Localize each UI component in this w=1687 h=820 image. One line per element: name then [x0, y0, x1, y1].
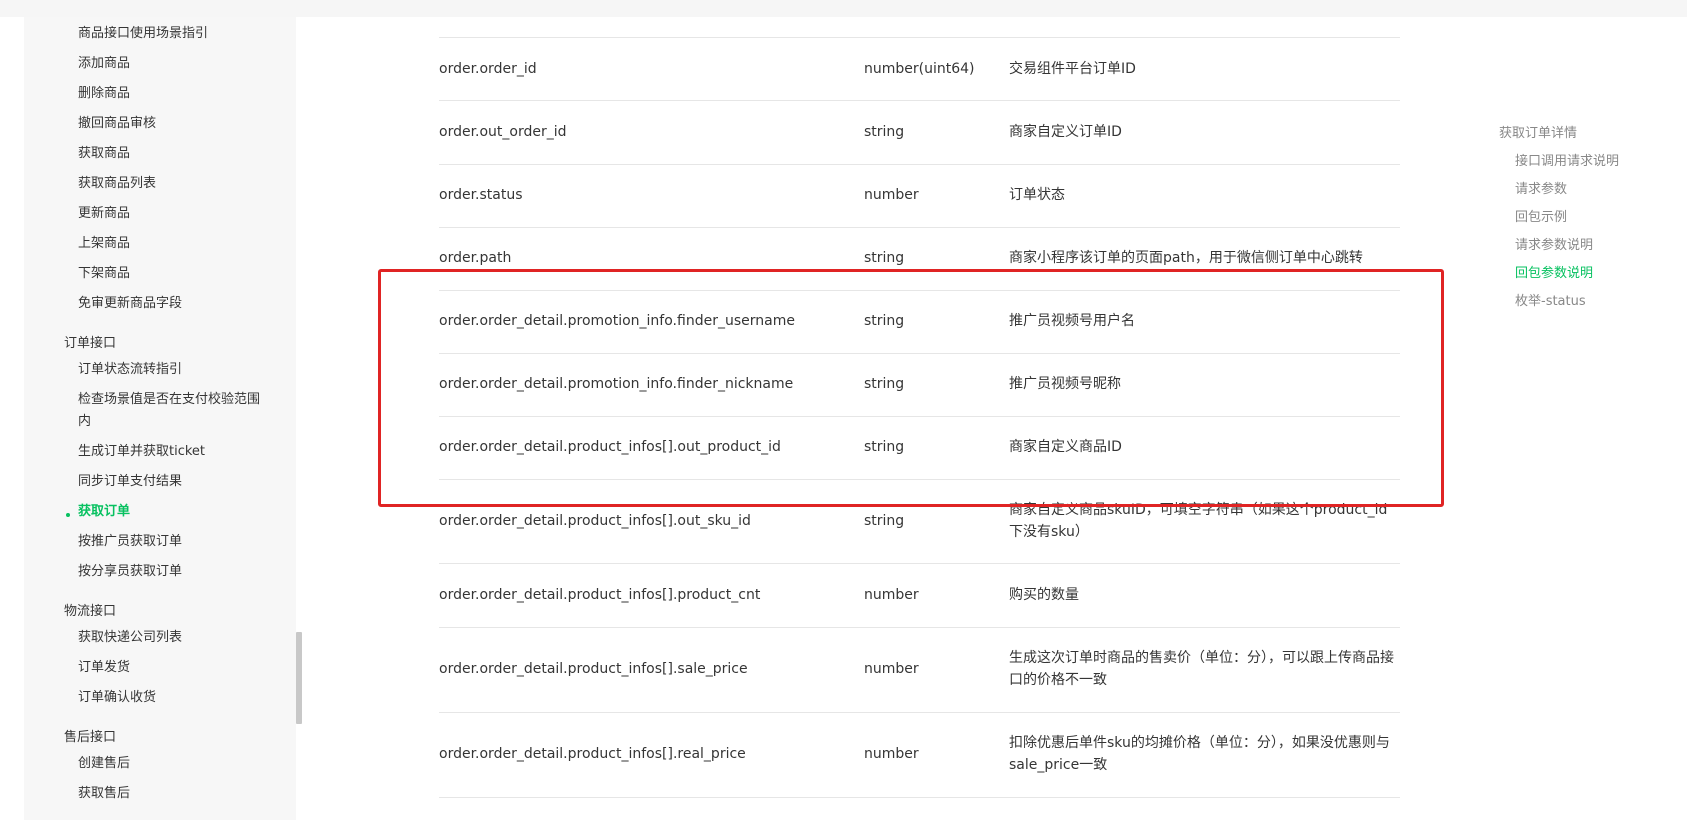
- param-desc: 商家自定义商品skuID，可填空字符串（如果这个product_id下没有sku…: [1009, 502, 1388, 540]
- table-row-divider: [439, 164, 1400, 165]
- param-desc: 生成这次订单时商品的售卖价（单位：分），可以跟上传商品接口的价格不一致: [1009, 650, 1394, 688]
- sidebar-item-express-list[interactable]: 获取快递公司列表: [78, 627, 182, 649]
- sidebar-item-list-product[interactable]: 上架商品: [78, 233, 130, 255]
- sidebar-item-delete-product[interactable]: 删除商品: [78, 83, 130, 105]
- param-desc: 订单状态: [1009, 187, 1065, 203]
- param-type: string: [864, 313, 905, 329]
- sidebar-item-add-product[interactable]: 添加商品: [78, 53, 130, 75]
- param-desc: 商家自定义商品ID: [1009, 439, 1122, 455]
- doc-page: 商品接口使用场景指引 添加商品 删除商品 撤回商品审核 获取商品 获取商品列表 …: [0, 0, 1687, 820]
- sidebar-item-create-order[interactable]: 生成订单并获取ticket: [78, 441, 205, 463]
- param-desc: 商家小程序该订单的页面path，用于微信侧订单中心跳转: [1009, 250, 1363, 266]
- param-desc: 推广员视频号用户名: [1009, 313, 1135, 329]
- active-indicator-dot: [66, 513, 70, 517]
- table-row-divider: [439, 479, 1400, 480]
- param-name: order.order_detail.product_infos[].out_s…: [439, 513, 751, 529]
- param-name: order.order_detail.product_infos[].real_…: [439, 746, 746, 762]
- sidebar-item-update-product[interactable]: 更新商品: [78, 203, 130, 225]
- param-name: order.order_detail.product_infos[].sale_…: [439, 661, 748, 677]
- toc-item-request-params[interactable]: 请求参数: [1515, 178, 1567, 197]
- param-name: order.order_detail.promotion_info.finder…: [439, 376, 794, 392]
- sidebar-item-get-product-list[interactable]: 获取商品列表: [78, 173, 156, 195]
- param-type: number: [864, 187, 919, 203]
- toc-title[interactable]: 获取订单详情: [1499, 122, 1577, 141]
- sidebar-scrollbar[interactable]: [296, 632, 302, 724]
- table-row-divider: [439, 37, 1400, 38]
- top-header-strip: [0, 0, 1687, 17]
- sidebar-item-check-scene[interactable]: 检查场景值是否在支付校验范围内: [78, 389, 268, 433]
- sidebar-item-product-guide[interactable]: 商品接口使用场景指引: [78, 23, 208, 45]
- sidebar-item-get-order-by-finder[interactable]: 按推广员获取订单: [78, 531, 182, 553]
- table-row-divider: [439, 290, 1400, 291]
- param-type: string: [864, 250, 905, 266]
- sidebar-item-ship-order[interactable]: 订单发货: [78, 657, 130, 679]
- table-row-divider: [439, 353, 1400, 354]
- sidebar-item-get-aftersale[interactable]: 获取售后: [78, 783, 130, 805]
- toc-item-request-param-desc[interactable]: 请求参数说明: [1515, 234, 1593, 253]
- sidebar-item-create-aftersale[interactable]: 创建售后: [78, 753, 130, 775]
- param-type: number: [864, 587, 919, 603]
- param-name: order.order_id: [439, 61, 537, 77]
- sidebar-item-confirm-receipt[interactable]: 订单确认收货: [78, 687, 156, 709]
- param-type: number: [864, 746, 919, 762]
- table-row-divider: [439, 416, 1400, 417]
- param-name: order.order_detail.promotion_info.finder…: [439, 313, 795, 329]
- table-row-divider: [439, 797, 1400, 798]
- table-row-divider: [439, 227, 1400, 228]
- param-desc: 商家自定义订单ID: [1009, 124, 1122, 140]
- sidebar-item-get-order-by-sharer[interactable]: 按分享员获取订单: [78, 561, 182, 583]
- toc-item-response-example[interactable]: 回包示例: [1515, 206, 1567, 225]
- table-row-divider: [439, 563, 1400, 564]
- sidebar-item-update-no-audit[interactable]: 免审更新商品字段: [78, 293, 182, 315]
- sidebar-item-delist-product[interactable]: 下架商品: [78, 263, 130, 285]
- param-desc: 扣除优惠后单件sku的均摊价格（单位：分），如果没优惠则与sale_price一…: [1009, 735, 1390, 773]
- param-desc: 推广员视频号昵称: [1009, 376, 1121, 392]
- param-type: string: [864, 124, 905, 140]
- sidebar-group-aftersale[interactable]: 售后接口: [64, 727, 116, 749]
- toc-item-enum-status[interactable]: 枚举-status: [1515, 290, 1586, 309]
- sidebar-item-order-status-guide[interactable]: 订单状态流转指引: [78, 359, 182, 381]
- param-name: order.out_order_id: [439, 124, 567, 140]
- param-name: order.order_detail.product_infos[].produ…: [439, 587, 761, 603]
- toc-item-response-param-desc[interactable]: 回包参数说明: [1515, 262, 1593, 281]
- param-type: string: [864, 376, 905, 392]
- param-type: number(uint64): [864, 61, 975, 77]
- toc-item-request-desc[interactable]: 接口调用请求说明: [1515, 150, 1619, 169]
- sidebar-group-logistics[interactable]: 物流接口: [64, 601, 116, 623]
- param-name: order.order_detail.product_infos[].out_p…: [439, 439, 781, 455]
- table-row-divider: [439, 627, 1400, 628]
- param-name: order.path: [439, 250, 512, 266]
- param-type: number: [864, 661, 919, 677]
- sidebar-group-order[interactable]: 订单接口: [64, 333, 116, 355]
- table-row-divider: [439, 712, 1400, 713]
- param-desc: 购买的数量: [1009, 587, 1079, 603]
- param-type: string: [864, 513, 905, 529]
- param-desc: 交易组件平台订单ID: [1009, 61, 1136, 77]
- sidebar-item-sync-pay[interactable]: 同步订单支付结果: [78, 471, 182, 493]
- param-type: string: [864, 439, 905, 455]
- sidebar-item-revoke-audit[interactable]: 撤回商品审核: [78, 113, 156, 135]
- sidebar-item-get-product[interactable]: 获取商品: [78, 143, 130, 165]
- table-row-divider: [439, 100, 1400, 101]
- sidebar-item-get-order[interactable]: 获取订单: [78, 501, 130, 523]
- param-name: order.status: [439, 187, 523, 203]
